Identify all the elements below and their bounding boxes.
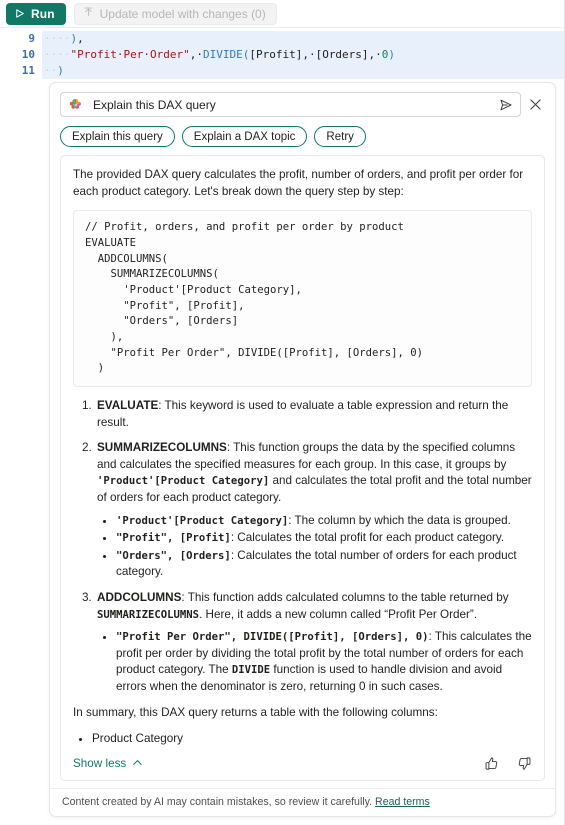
answer-summary-intro: In summary, this DAX query returns a tab…	[73, 705, 438, 719]
answer-substep: 'Product'[Product Category]: The column …	[116, 513, 532, 530]
code-line-text: ····),	[42, 31, 564, 47]
line-number: 10	[21, 48, 35, 61]
ai-disclaimer: Content created by AI may contain mistak…	[50, 788, 555, 816]
code-line-text: ··)	[42, 63, 564, 79]
code-token: ,	[77, 32, 84, 45]
copilot-panel: Explain this query Explain a DAX topic Ret…	[49, 82, 556, 817]
indent-dots: ····	[44, 48, 71, 61]
code-token: DIVIDE	[202, 48, 243, 61]
inline-code: "Profit", [Profit]	[116, 532, 231, 545]
show-less-label: Show less	[73, 757, 127, 770]
close-x-icon[interactable]	[529, 98, 545, 111]
chevron-up-icon	[132, 757, 143, 771]
inline-code: DIVIDE	[231, 664, 271, 677]
show-less-button[interactable]: Show less	[73, 757, 143, 771]
answer-steps-list: EVALUATE: This keyword is used to evalua…	[73, 398, 532, 696]
thumbs-down-icon[interactable]	[517, 756, 532, 771]
answer-summary-columns: Product CategoryProfitOrdersProfit Per O…	[73, 731, 532, 750]
inline-code: "Orders", [Orders]	[116, 549, 231, 562]
line-number: 11	[21, 64, 35, 77]
update-model-label: Update model with changes (0)	[99, 6, 266, 21]
code-token: ,·	[189, 48, 203, 61]
run-button[interactable]: Run	[6, 2, 66, 25]
send-paper-plane-icon[interactable]	[498, 97, 514, 113]
suggestion-chip-1[interactable]: Explain a DAX topic	[181, 126, 308, 147]
answer-step-term: EVALUATE	[97, 398, 159, 412]
answer-step: SUMMARIZECOLUMNS: This function groups t…	[95, 440, 532, 581]
inline-code: SUMMARIZECOLUMNS	[97, 608, 200, 621]
copilot-answer-card: The provided DAX query calculates the pr…	[60, 155, 545, 781]
ai-disclaimer-text: Content created by AI may contain mistak…	[62, 796, 376, 808]
read-terms-link[interactable]: Read terms	[375, 796, 430, 808]
dax-query-view: Run Update model with changes (0) 9 ····)…	[0, 0, 565, 825]
code-line[interactable]: 11 ··)	[0, 63, 564, 79]
code-token: )	[57, 64, 64, 77]
copilot-suggestion-chips: Explain this query Explain a DAX topic Ret…	[50, 117, 555, 155]
upload-arrow-icon	[83, 7, 94, 21]
answer-substep-list: "Profit Per Order", DIVIDE([Profit], [Or…	[97, 629, 532, 695]
answer-code-block: // Profit, orders, and profit per order …	[73, 210, 532, 387]
answer-intro-paragraph: The provided DAX query calculates the pr…	[73, 168, 524, 198]
code-token: [Profit],·[Orders],·	[249, 48, 382, 61]
update-model-button[interactable]: Update model with changes (0)	[73, 2, 277, 25]
code-token: )	[388, 48, 396, 61]
thumbs-up-icon[interactable]	[484, 756, 499, 771]
copilot-answer-body: The provided DAX query calculates the pr…	[61, 156, 544, 750]
code-line[interactable]: 10 ····"Profit·Per·Order",·DIVIDE([Profit…	[0, 47, 564, 63]
suggestion-chip-2[interactable]: Retry	[314, 126, 366, 147]
answer-step-term: ADDCOLUMNS	[97, 591, 182, 605]
indent-dots: ··	[44, 64, 58, 77]
answer-step-term: SUMMARIZECOLUMNS	[97, 441, 227, 455]
dax-code-editor[interactable]: 9 ····), 10 ····"Profit·Per·Order",·DIVIDE(…	[0, 28, 564, 80]
code-line[interactable]: 9 ····),	[0, 31, 564, 47]
indent-dots: ····	[44, 32, 71, 45]
code-token: "Profit·Per·Order"	[70, 48, 190, 61]
line-number: 9	[28, 32, 35, 45]
run-button-label: Run	[31, 6, 55, 21]
play-triangle-icon	[14, 8, 25, 19]
summary-column-item: Product Category	[92, 731, 532, 748]
inline-code: 'Product'[Product Category]	[116, 514, 289, 527]
answer-substep: "Profit Per Order", DIVIDE([Profit], [Or…	[116, 629, 532, 695]
inline-code: "Profit Per Order", DIVIDE([Profit], [Or…	[116, 631, 429, 644]
inline-code: 'Product'[Product Category]	[97, 475, 270, 488]
copilot-logo-icon	[69, 98, 83, 112]
answer-substep: "Orders", [Orders]: Calculates the total…	[116, 548, 532, 581]
copilot-query-input[interactable]	[91, 96, 490, 113]
editor-toolbar: Run Update model with changes (0)	[0, 0, 564, 28]
answer-step: ADDCOLUMNS: This function adds calculate…	[95, 590, 532, 696]
copilot-query-bar	[50, 83, 555, 117]
code-line-text: ····"Profit·Per·Order",·DIVIDE([Profit],…	[42, 47, 564, 63]
answer-substep: "Profit", [Profit]: Calculates the total…	[116, 530, 532, 547]
answer-substep-list: 'Product'[Product Category]: The column …	[97, 513, 532, 581]
feedback-controls	[484, 756, 532, 771]
answer-step: EVALUATE: This keyword is used to evalua…	[95, 398, 532, 431]
suggestion-chip-0[interactable]: Explain this query	[60, 126, 175, 147]
copilot-input-wrapper[interactable]	[60, 92, 521, 117]
copilot-answer-footer: Show less	[61, 750, 544, 780]
